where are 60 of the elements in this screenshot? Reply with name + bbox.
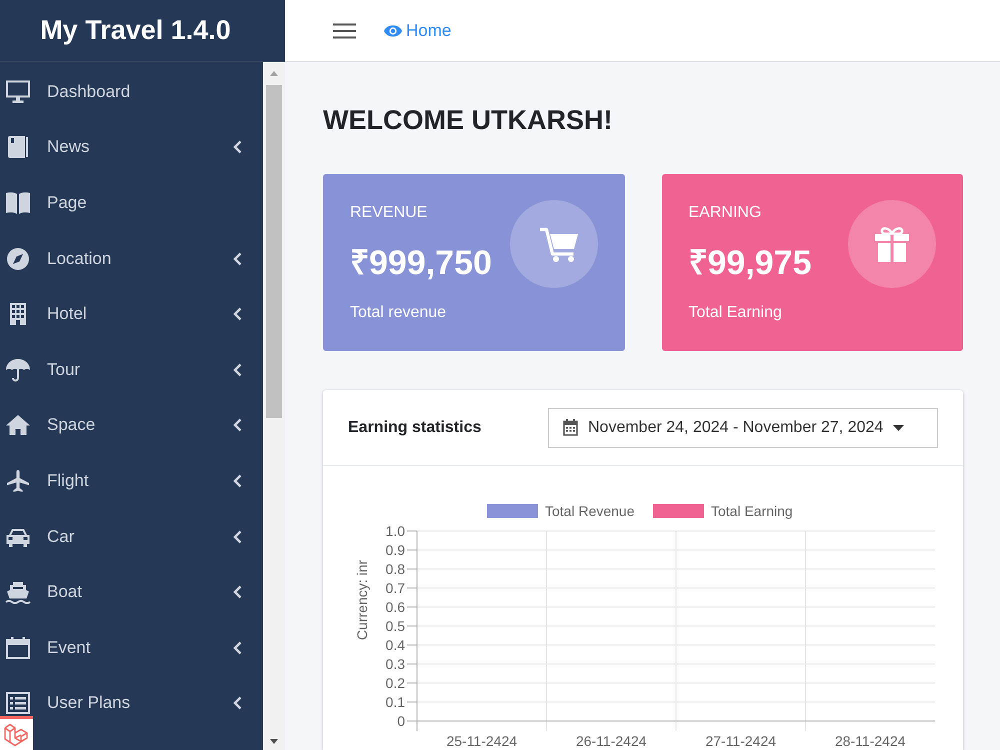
cubes-icon xyxy=(4,722,30,746)
sidebar-item[interactable]: Space xyxy=(0,398,263,454)
y-tick-label: 0.1 xyxy=(386,694,405,710)
x-tick-label: 25-11-2424 xyxy=(446,733,518,749)
sidebar-item[interactable]: News xyxy=(0,120,263,176)
monitor-icon xyxy=(5,80,31,104)
x-tick-label: 28-11-2424 xyxy=(834,733,906,749)
scroll-down-icon[interactable] xyxy=(270,739,278,744)
x-tick-label: 26-11-2424 xyxy=(576,733,647,749)
legend-label: Total Revenue xyxy=(545,503,635,519)
cart-icon xyxy=(510,200,598,288)
stat-label: EARNING xyxy=(688,204,762,222)
scroll-thumb[interactable] xyxy=(266,85,282,418)
sidebar-item[interactable]: Boat xyxy=(0,564,263,620)
stat-caption: Total revenue xyxy=(350,304,448,322)
y-tick-label: 0.8 xyxy=(386,561,405,577)
scroll-up-icon[interactable] xyxy=(270,71,278,76)
stat-value: ₹99,975 xyxy=(688,243,812,283)
calendar-icon xyxy=(5,636,31,660)
panel-title: Earning statistics xyxy=(348,418,482,436)
open-book-icon xyxy=(5,190,31,215)
eye-icon xyxy=(384,24,402,36)
sidebar-item[interactable]: Location xyxy=(0,230,263,286)
menu-icon[interactable] xyxy=(333,22,356,38)
sidebar-item[interactable]: User Plans xyxy=(0,676,263,732)
debug-toggle-button[interactable] xyxy=(0,716,33,750)
list-icon xyxy=(5,691,31,716)
y-tick-label: 0.2 xyxy=(386,675,405,691)
umbrella-icon xyxy=(5,358,31,382)
sidebar-item[interactable]: Hotel xyxy=(0,286,263,342)
ship-icon xyxy=(5,580,31,604)
plane-icon xyxy=(5,468,31,493)
calendar-icon xyxy=(563,419,578,436)
y-tick-label: 0.3 xyxy=(386,656,405,672)
y-axis-title: Currency: inr xyxy=(354,560,370,640)
sidebar-item[interactable]: Dashboard xyxy=(0,64,263,120)
y-tick-label: 0.6 xyxy=(386,599,405,615)
welcome-heading: WELCOME UTKARSH! xyxy=(323,104,612,137)
sidebar-item[interactable]: Tour xyxy=(0,342,263,398)
book-icon xyxy=(5,135,31,160)
y-tick-label: 0 xyxy=(397,713,405,729)
sidebar-item[interactable]: Flight xyxy=(0,453,263,509)
stat-caption: Total Earning xyxy=(688,304,783,322)
gift-icon xyxy=(848,200,936,288)
legend-label: Total Earning xyxy=(711,503,793,519)
sidebar-item[interactable]: Page xyxy=(0,175,263,231)
stat-value: ₹999,750 xyxy=(350,243,492,283)
home-icon xyxy=(5,413,31,438)
y-tick-label: 1.0 xyxy=(386,523,405,539)
y-tick-label: 0.5 xyxy=(386,618,405,634)
y-tick-label: 0.4 xyxy=(386,637,405,653)
date-range-button[interactable]: November 24, 2024 - November 27, 2024 xyxy=(548,408,938,448)
sidebar-item[interactable]: Car xyxy=(0,508,263,564)
y-tick-label: 0.7 xyxy=(386,580,405,596)
sidebar-item[interactable]: Event xyxy=(0,620,263,676)
x-tick-label: 27-11-2424 xyxy=(705,733,776,749)
caret-down-icon xyxy=(893,424,904,430)
stat-label: REVENUE xyxy=(350,204,428,222)
compass-icon xyxy=(5,246,31,271)
y-tick-label: 0.9 xyxy=(386,542,405,558)
